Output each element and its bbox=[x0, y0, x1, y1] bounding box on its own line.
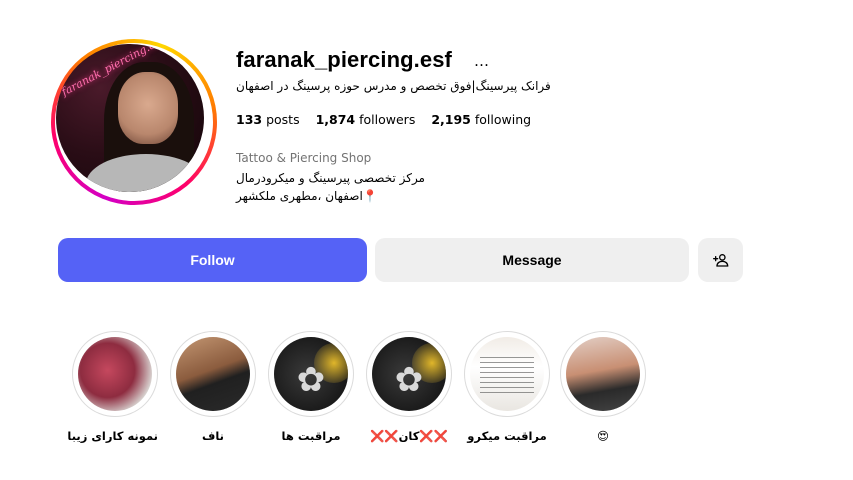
flower-jewelry-icon: ✿ bbox=[296, 360, 326, 400]
highlight-ring bbox=[72, 331, 158, 417]
highlight-item[interactable]: نمونه کارای زیبا bbox=[67, 331, 158, 443]
profile-bio-line-1: مرکز تخصصی پیرسینگ و میکرودرمال bbox=[236, 171, 425, 185]
add-user-button[interactable] bbox=[698, 238, 743, 282]
highlight-cover bbox=[78, 337, 152, 411]
highlight-cover bbox=[176, 337, 250, 411]
stat-followers[interactable]: 1,874 followers bbox=[316, 112, 416, 127]
follow-button[interactable]: Follow bbox=[58, 238, 367, 282]
highlight-item[interactable]: مراقبت میکرو bbox=[464, 331, 550, 443]
highlight-item[interactable]: 😍 bbox=[560, 331, 646, 443]
text-card-lines bbox=[480, 357, 534, 397]
highlight-label: مراقبت ها bbox=[281, 429, 341, 443]
flower-jewelry-icon: ✿ bbox=[394, 360, 424, 400]
profile-category: Tattoo & Piercing Shop bbox=[236, 151, 372, 165]
highlight-cover bbox=[566, 337, 640, 411]
stat-following[interactable]: 2,195 following bbox=[431, 112, 531, 127]
highlight-cover: ✿ bbox=[372, 337, 446, 411]
highlight-item[interactable]: ✿ ❌❌کان❌❌ bbox=[366, 331, 452, 443]
highlight-ring: ✿ bbox=[268, 331, 354, 417]
profile-avatar-ring[interactable]: faranak_piercing.esf bbox=[51, 39, 217, 205]
highlight-item[interactable]: ✿ مراقبت ها bbox=[268, 331, 354, 443]
profile-bio-line-2: 📍اصفهان ،مطهری ملکشهر bbox=[236, 189, 378, 203]
highlight-label: مراقبت میکرو bbox=[467, 429, 547, 443]
stat-posts: 133 posts bbox=[236, 112, 300, 127]
stat-posts-label: posts bbox=[266, 112, 300, 127]
highlight-ring: ✿ bbox=[366, 331, 452, 417]
highlight-label: نمونه کارای زیبا bbox=[67, 429, 158, 443]
profile-stats: 133 posts 1,874 followers 2,195 followin… bbox=[236, 112, 531, 127]
highlight-label: ❌❌کان❌❌ bbox=[369, 429, 449, 443]
person-add-icon bbox=[712, 253, 728, 267]
stat-followers-label: followers bbox=[359, 112, 416, 127]
highlight-ring bbox=[560, 331, 646, 417]
stat-posts-count: 133 bbox=[236, 112, 263, 127]
profile-username: faranak_piercing.esf bbox=[236, 47, 452, 72]
highlight-ring bbox=[464, 331, 550, 417]
stat-following-count: 2,195 bbox=[431, 112, 471, 127]
avatar[interactable]: faranak_piercing.esf bbox=[56, 44, 204, 192]
highlight-ring bbox=[170, 331, 256, 417]
highlight-item[interactable]: ناف bbox=[170, 331, 256, 443]
more-options-icon[interactable]: … bbox=[474, 52, 490, 70]
stat-followers-count: 1,874 bbox=[315, 112, 356, 127]
highlight-label: ناف bbox=[202, 429, 224, 443]
highlight-cover bbox=[470, 337, 544, 411]
highlight-label: 😍 bbox=[597, 429, 609, 443]
profile-full-name: فرانک پیرسینگ|فوق تخصص و مدرس حوزه پرسین… bbox=[236, 79, 551, 93]
message-button[interactable]: Message bbox=[375, 238, 689, 282]
highlight-cover: ✿ bbox=[274, 337, 348, 411]
stat-following-label: following bbox=[474, 112, 532, 127]
